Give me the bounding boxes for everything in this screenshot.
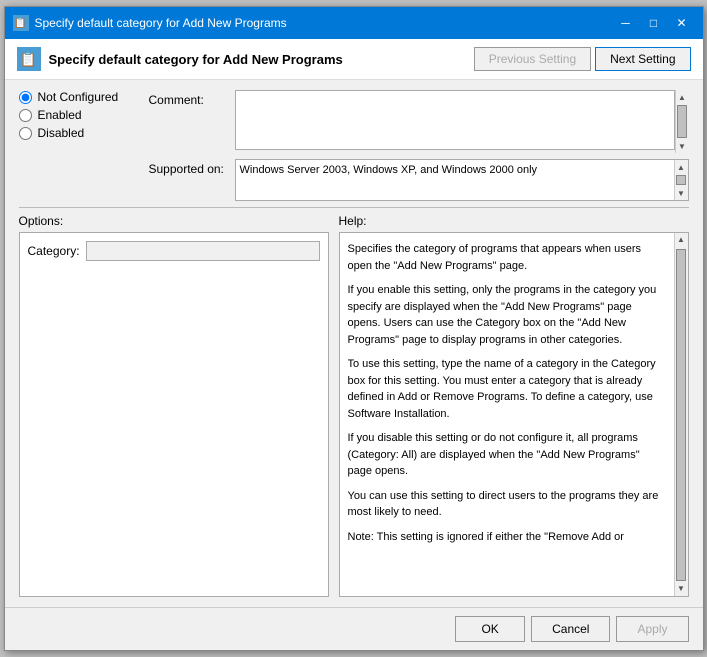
section-divider (19, 207, 689, 208)
enabled-radio[interactable] (19, 109, 32, 122)
not-configured-label: Not Configured (38, 90, 119, 104)
help-scroll-down[interactable]: ▼ (674, 582, 688, 596)
header-buttons: Previous Setting Next Setting (474, 47, 691, 71)
prev-setting-button[interactable]: Previous Setting (474, 47, 591, 71)
fields-row: Not Configured Enabled Disabled Comm (19, 90, 689, 201)
help-para-5: You can use this setting to direct users… (348, 488, 664, 521)
comment-scrollbar: ▲ ▼ (675, 90, 689, 153)
supported-scroll-thumb (676, 175, 686, 185)
help-para-3: To use this setting, type the name of a … (348, 356, 664, 422)
supported-label: Supported on: (149, 159, 229, 176)
supported-box: Windows Server 2003, Windows XP, and Win… (235, 159, 689, 201)
minimize-button[interactable]: ─ (613, 13, 639, 33)
supported-row: Supported on: Windows Server 2003, Windo… (149, 159, 689, 201)
options-title: Options: (19, 214, 329, 228)
help-para-1: Specifies the category of programs that … (348, 241, 664, 274)
radio-column: Not Configured Enabled Disabled (19, 90, 149, 146)
dialog-header: 📋 Specify default category for Add New P… (5, 39, 703, 80)
supported-scroll-up[interactable]: ▲ (674, 160, 688, 174)
help-para-6: Note: This setting is ignored if either … (348, 529, 664, 546)
scroll-thumb (677, 105, 687, 138)
not-configured-radio[interactable] (19, 91, 32, 104)
dialog-header-left: 📋 Specify default category for Add New P… (17, 47, 343, 71)
comment-label: Comment: (149, 90, 229, 107)
not-configured-option[interactable]: Not Configured (19, 90, 149, 104)
comment-textarea[interactable] (235, 90, 675, 150)
options-help-row: Options: Category: Help: Specifies the c… (19, 214, 689, 597)
comment-row: Comment: ▲ ▼ (149, 90, 689, 153)
apply-button[interactable]: Apply (616, 616, 688, 642)
help-para-4: If you disable this setting or do not co… (348, 430, 664, 480)
help-scroll-up[interactable]: ▲ (674, 233, 688, 247)
radio-section: Not Configured Enabled Disabled (19, 90, 149, 140)
supported-scrollbar: ▲ ▼ (674, 160, 688, 200)
right-column: Comment: ▲ ▼ Supported on: Windows S (149, 90, 689, 201)
help-scrollbar: ▲ ▼ (674, 233, 688, 596)
disabled-option[interactable]: Disabled (19, 126, 149, 140)
ok-button[interactable]: OK (455, 616, 525, 642)
header-icon: 📋 (17, 47, 41, 71)
category-input[interactable] (86, 241, 320, 261)
main-window: 📋 Specify default category for Add New P… (4, 6, 704, 651)
scroll-up-arrow[interactable]: ▲ (675, 90, 689, 104)
options-box: Category: (19, 232, 329, 597)
window-title: Specify default category for Add New Pro… (35, 16, 287, 30)
help-section: Help: Specifies the category of programs… (339, 214, 689, 597)
enabled-option[interactable]: Enabled (19, 108, 149, 122)
disabled-radio[interactable] (19, 127, 32, 140)
scroll-down-arrow[interactable]: ▼ (675, 139, 689, 153)
options-section: Options: Category: (19, 214, 329, 597)
help-box: Specifies the category of programs that … (339, 232, 689, 597)
category-row: Category: (28, 241, 320, 261)
disabled-label: Disabled (38, 126, 85, 140)
help-title: Help: (339, 214, 689, 228)
help-scroll-thumb (676, 249, 686, 581)
category-label: Category: (28, 244, 80, 258)
window-icon: 📋 (13, 15, 29, 31)
title-bar: 📋 Specify default category for Add New P… (5, 7, 703, 39)
help-text: Specifies the category of programs that … (348, 241, 680, 553)
dialog-footer: OK Cancel Apply (5, 607, 703, 650)
maximize-button[interactable]: □ (641, 13, 667, 33)
title-controls: ─ □ ✕ (613, 13, 695, 33)
enabled-label: Enabled (38, 108, 82, 122)
header-title: Specify default category for Add New Pro… (49, 52, 343, 67)
title-bar-left: 📋 Specify default category for Add New P… (13, 15, 287, 31)
help-para-2: If you enable this setting, only the pro… (348, 282, 664, 348)
next-setting-button[interactable]: Next Setting (595, 47, 690, 71)
supported-value: Windows Server 2003, Windows XP, and Win… (240, 164, 684, 176)
close-button[interactable]: ✕ (669, 13, 695, 33)
dialog-body: Not Configured Enabled Disabled Comm (5, 80, 703, 607)
cancel-button[interactable]: Cancel (531, 616, 610, 642)
supported-scroll-down[interactable]: ▼ (674, 186, 688, 200)
